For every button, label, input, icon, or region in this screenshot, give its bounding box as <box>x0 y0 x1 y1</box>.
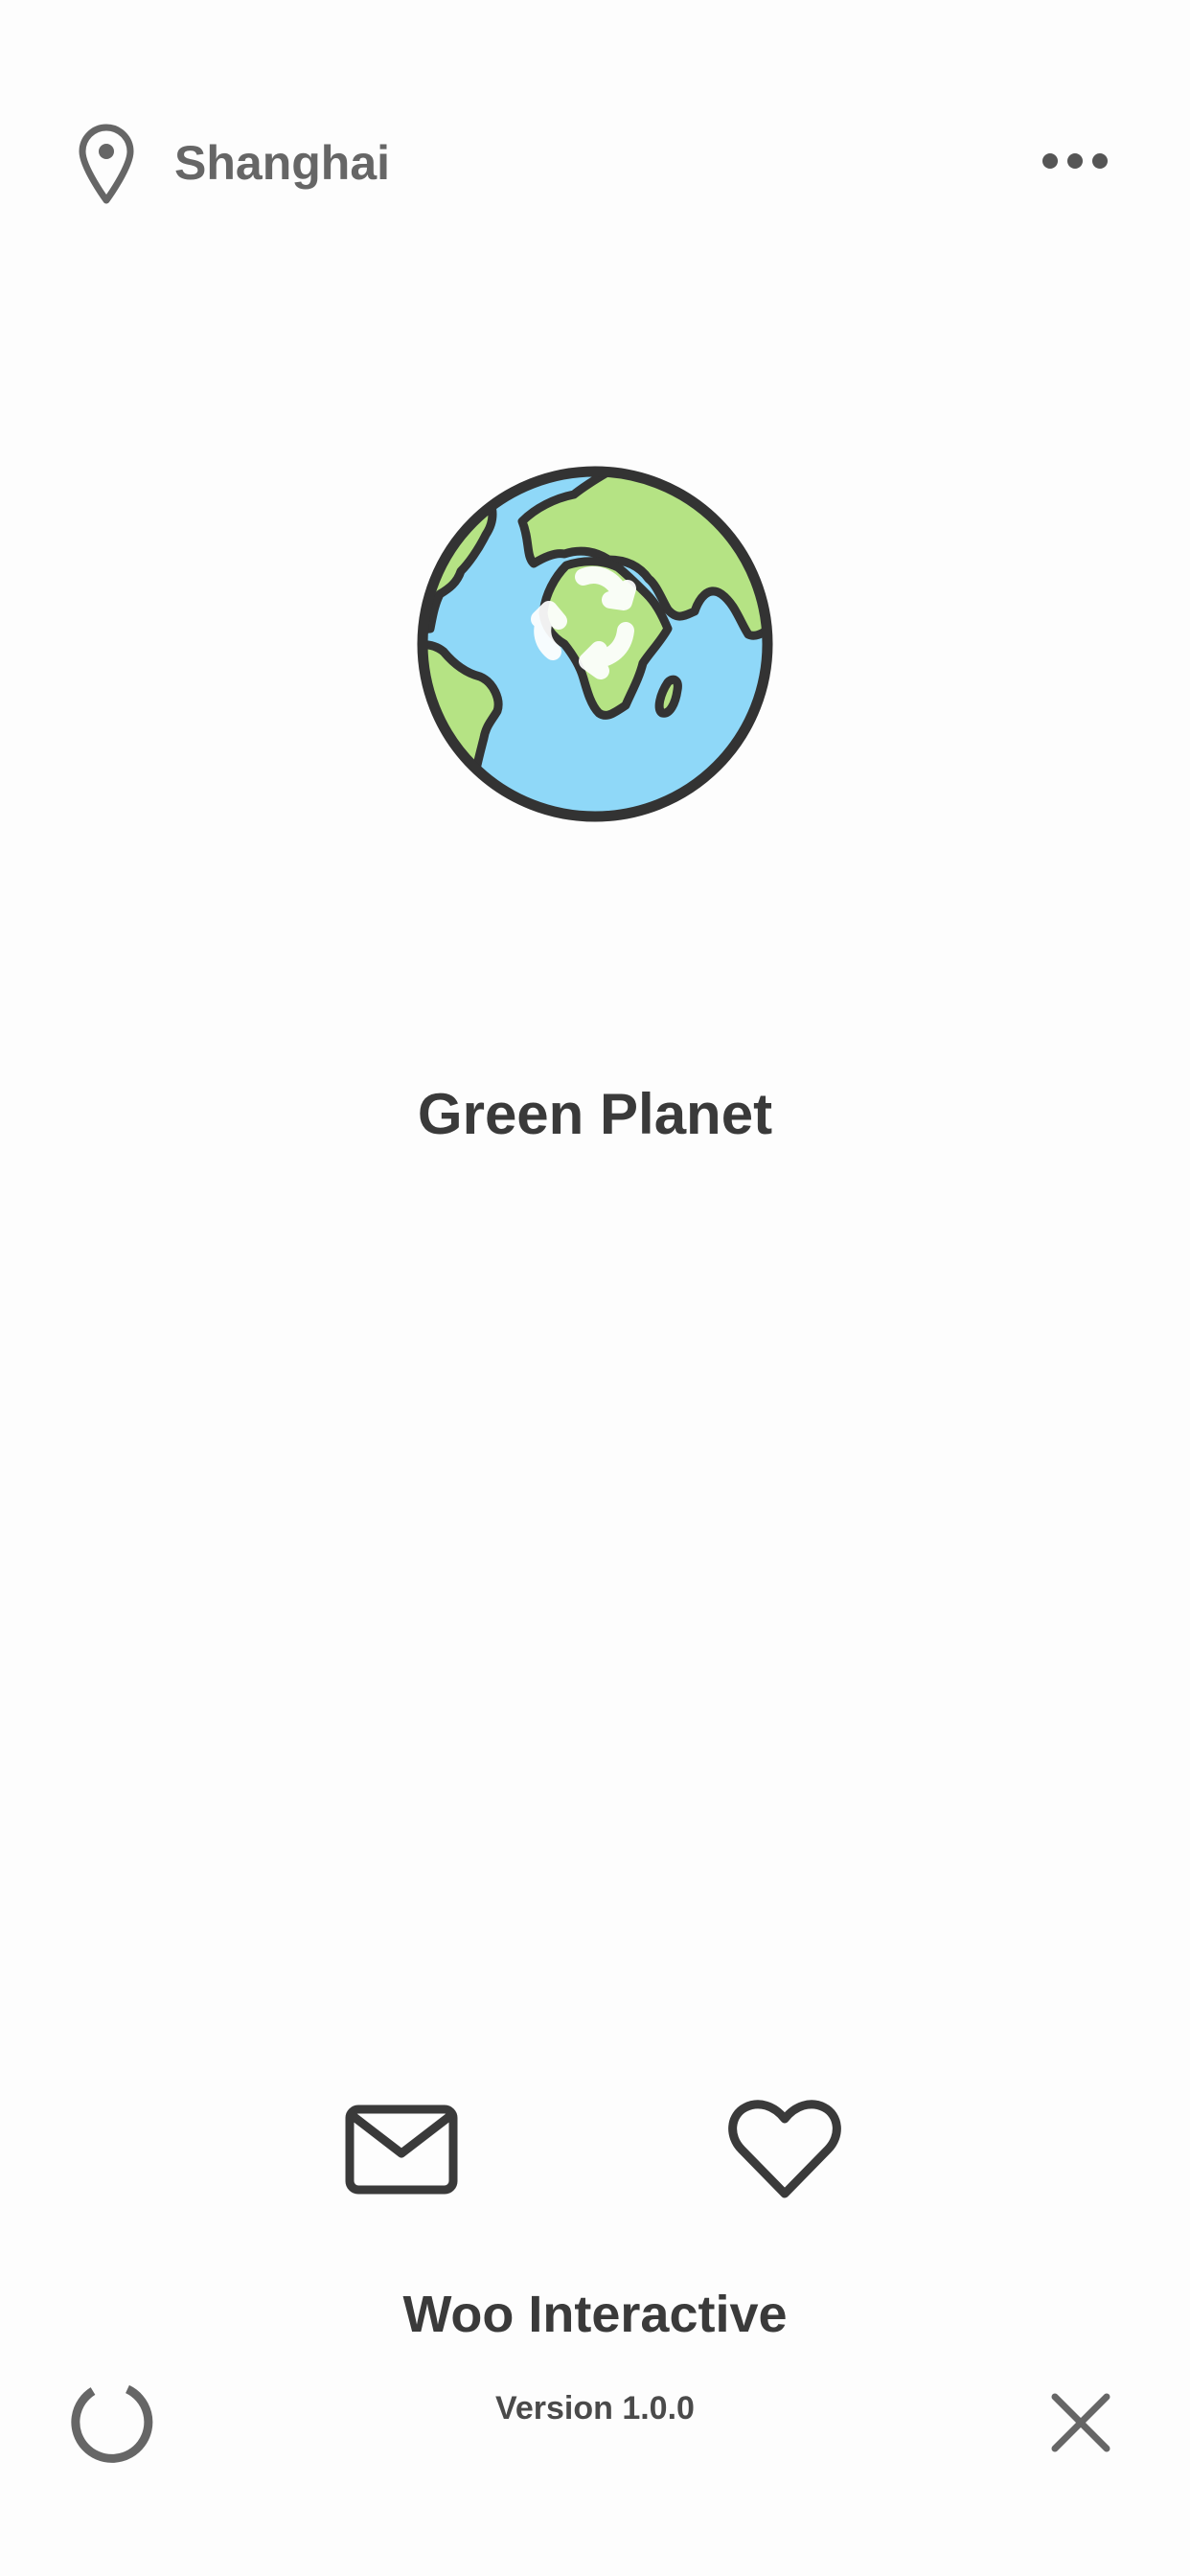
more-button[interactable] <box>1037 134 1113 192</box>
close-icon <box>1049 2391 1112 2459</box>
heart-icon <box>728 2099 841 2204</box>
location-selector[interactable]: Shanghai <box>77 105 390 220</box>
close-button[interactable] <box>1033 2377 1129 2472</box>
mail-button[interactable] <box>339 2089 464 2214</box>
recycling-globe-icon <box>411 460 779 828</box>
mail-icon <box>344 2104 459 2200</box>
location-label: Shanghai <box>174 136 391 190</box>
favorite-button[interactable] <box>722 2089 847 2214</box>
refresh-button[interactable] <box>65 2377 161 2472</box>
company-name: Woo Interactive <box>402 2286 788 2343</box>
app-title: Green Planet <box>417 1082 773 1146</box>
more-horizontal-icon <box>1041 151 1109 175</box>
header: Shanghai <box>77 105 1113 220</box>
map-pin-icon <box>77 122 136 204</box>
refresh-icon <box>70 2380 156 2471</box>
version-label: Version 1.0.0 <box>495 2390 695 2426</box>
